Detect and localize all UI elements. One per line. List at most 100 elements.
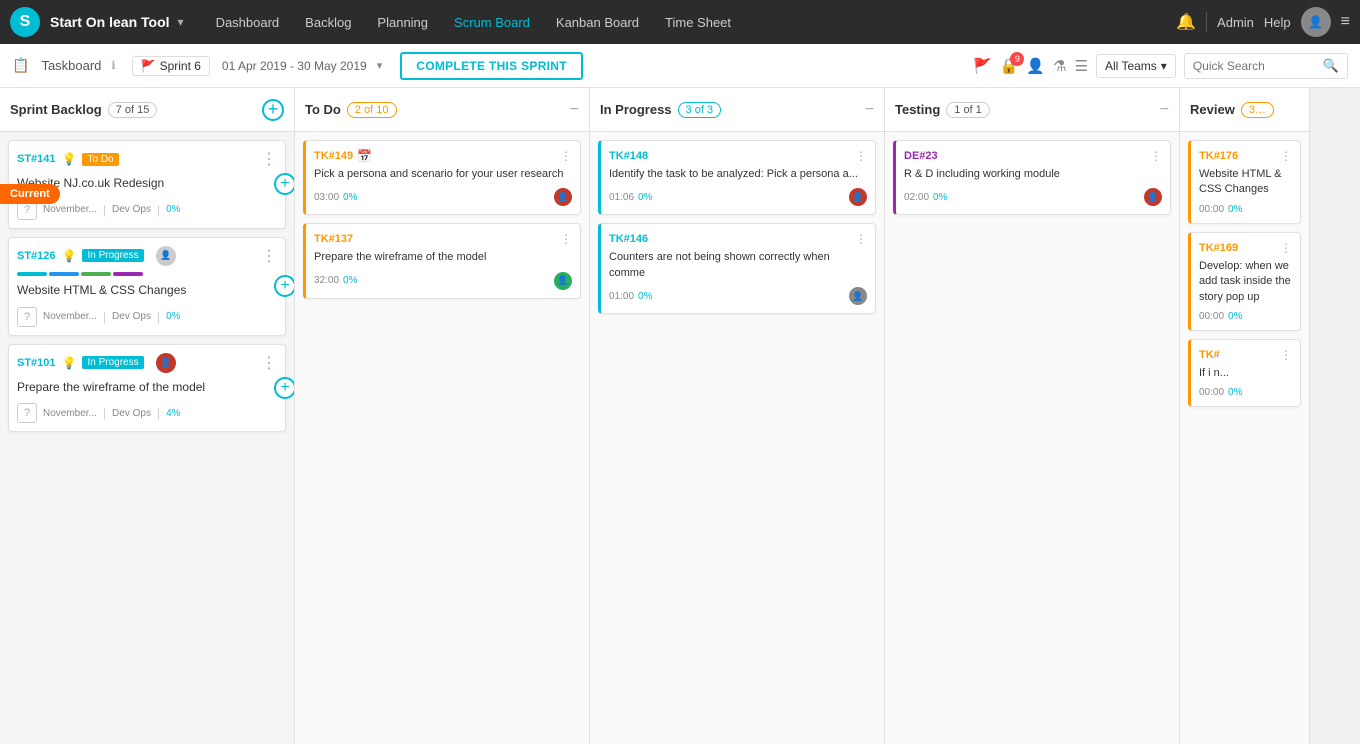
story-percent-126: 0% [166, 311, 180, 322]
top-navigation: S Start On lean Tool ▾ Dashboard Backlog… [0, 0, 1360, 44]
calendar-icon-149: 📅 [357, 149, 372, 163]
story-menu-126[interactable]: ⋮ [261, 246, 277, 266]
task-menu-146[interactable]: ⋮ [855, 232, 867, 246]
task-menu-137[interactable]: ⋮ [560, 232, 572, 246]
user-name[interactable]: Admin [1217, 15, 1254, 30]
flag-icon[interactable]: 🚩 [973, 57, 992, 75]
board-area: Current Sprint Backlog 7 of 15 + ST#141 … [0, 88, 1360, 744]
nav-backlog[interactable]: Backlog [293, 9, 363, 36]
story-add-btn-101[interactable]: + [274, 377, 294, 399]
task-title-partial: If i n... [1199, 366, 1292, 381]
backlog-header: Sprint Backlog 7 of 15 + [0, 88, 294, 132]
task-title-148: Identify the task to be analyzed: Pick a… [609, 167, 867, 182]
notification-bell-icon[interactable]: 🔔 [1176, 12, 1196, 32]
column-inprogress: In Progress 3 of 3 − TK#148 ⋮ Identify t… [590, 88, 885, 744]
task-time-169: 00:00 [1199, 311, 1224, 322]
list-icon[interactable]: ☰ [1075, 57, 1088, 75]
todo-header: To Do 2 of 10 − [295, 88, 589, 132]
sprint-name: Sprint 6 [160, 59, 201, 73]
task-pct-137: 0% [343, 275, 357, 286]
story-avatar-101: 👤 [156, 353, 176, 373]
inprogress-collapse-button[interactable]: − [865, 101, 874, 119]
story-progress-bars-126 [17, 272, 277, 276]
story-dept-126: Dev Ops [112, 311, 151, 322]
date-chevron-icon[interactable]: ▾ [377, 59, 383, 72]
story-title-126: Website HTML & CSS Changes [17, 282, 277, 299]
column-review: Review 3… TK#176 ⋮ Website HTML & CSS Ch… [1180, 88, 1310, 744]
task-menu-148[interactable]: ⋮ [855, 149, 867, 163]
task-time-176: 00:00 [1199, 204, 1224, 215]
story-id-141: ST#141 [17, 153, 56, 165]
person-icon[interactable]: 👤 [1026, 57, 1045, 75]
nav-planning[interactable]: Planning [365, 9, 440, 36]
review-count: 3… [1241, 102, 1274, 118]
inprogress-title: In Progress [600, 102, 672, 117]
taskboard-info-icon[interactable]: ℹ [111, 59, 115, 72]
nav-time-sheet[interactable]: Time Sheet [653, 9, 743, 36]
task-menu-de23[interactable]: ⋮ [1150, 149, 1162, 163]
task-menu-169[interactable]: ⋮ [1280, 241, 1292, 255]
app-chevron-icon[interactable]: ▾ [178, 15, 184, 29]
help-link[interactable]: Help [1264, 15, 1291, 30]
story-menu-141[interactable]: ⋮ [261, 149, 277, 169]
complete-sprint-button[interactable]: COMPLETE THIS SPRINT [400, 52, 583, 80]
task-card-169: TK#169 ⋮ Develop: when we add task insid… [1188, 232, 1301, 331]
task-avatar-146: 👤 [849, 287, 867, 305]
toolbar: 📋 Taskboard ℹ 🚩 Sprint 6 01 Apr 2019 - 3… [0, 44, 1360, 88]
search-icon[interactable]: 🔍 [1323, 58, 1339, 74]
story-status-label-101: In Progress [82, 356, 143, 369]
teams-chevron-icon: ▾ [1161, 59, 1167, 73]
nav-scrum-board[interactable]: Scrum Board [442, 9, 542, 36]
sprint-flag-icon: 🚩 [141, 59, 156, 73]
task-time-partial: 00:00 [1199, 387, 1224, 398]
story-card-101: ST#101 💡 In Progress 👤 ⋮ Prepare the wir… [8, 344, 286, 433]
inprogress-header: In Progress 3 of 3 − [590, 88, 884, 132]
todo-count: 2 of 10 [347, 102, 397, 118]
task-menu-149[interactable]: ⋮ [560, 149, 572, 163]
sprint-selector[interactable]: 🚩 Sprint 6 [132, 56, 210, 76]
task-card-137: TK#137 ⋮ Prepare the wireframe of the mo… [303, 223, 581, 298]
toolbar-right: 🚩 🔒9 👤 ⚗ ☰ All Teams ▾ 🔍 [973, 53, 1348, 79]
task-time-148: 01:06 [609, 192, 634, 203]
story-lamp-icon: 💡 [62, 152, 77, 166]
task-pct-149: 0% [343, 192, 357, 203]
teams-label: All Teams [1105, 59, 1157, 73]
task-time-de23: 02:00 [904, 192, 929, 203]
task-avatar-149: 👤 [554, 188, 572, 206]
hamburger-menu-icon[interactable]: ≡ [1341, 13, 1350, 31]
filter-icon[interactable]: ⚗ [1053, 57, 1066, 75]
task-pct-de23: 0% [933, 192, 947, 203]
testing-collapse-button[interactable]: − [1160, 101, 1169, 119]
lock-icon[interactable]: 🔒9 [1000, 57, 1019, 75]
story-dept-101: Dev Ops [112, 408, 151, 419]
user-avatar[interactable]: 👤 [1301, 7, 1331, 37]
task-card-146: TK#146 ⋮ Counters are not being shown co… [598, 223, 876, 314]
todo-collapse-button[interactable]: − [570, 101, 579, 119]
task-card-de23: DE#23 ⋮ R & D including working module 0… [893, 140, 1171, 215]
story-add-btn-126[interactable]: + [274, 275, 294, 297]
task-pct-169: 0% [1228, 311, 1242, 322]
task-title-de23: R & D including working module [904, 167, 1162, 182]
taskboard-label: Taskboard [41, 58, 101, 73]
story-meta-141: November... [43, 204, 97, 215]
story-meta-126: November... [43, 311, 97, 322]
story-add-btn-141[interactable]: + [274, 173, 294, 195]
teams-dropdown[interactable]: All Teams ▾ [1096, 54, 1176, 78]
task-title-169: Develop: when we add task inside the sto… [1199, 259, 1292, 305]
task-menu-partial[interactable]: ⋮ [1280, 348, 1292, 362]
task-title-137: Prepare the wireframe of the model [314, 250, 572, 265]
search-input[interactable] [1193, 59, 1323, 73]
backlog-add-button[interactable]: + [262, 99, 284, 121]
task-id-partial: TK# [1199, 349, 1220, 361]
task-title-146: Counters are not being shown correctly w… [609, 250, 867, 281]
task-pct-176: 0% [1228, 204, 1242, 215]
task-id-146: TK#146 [609, 233, 648, 245]
task-time-137: 32:00 [314, 275, 339, 286]
backlog-count: 7 of 15 [108, 102, 158, 118]
story-menu-101[interactable]: ⋮ [261, 353, 277, 373]
current-badge[interactable]: Current [0, 184, 60, 204]
task-menu-176[interactable]: ⋮ [1280, 149, 1292, 163]
nav-dashboard[interactable]: Dashboard [204, 9, 292, 36]
nav-kanban-board[interactable]: Kanban Board [544, 9, 651, 36]
story-percent-101: 4% [166, 408, 180, 419]
